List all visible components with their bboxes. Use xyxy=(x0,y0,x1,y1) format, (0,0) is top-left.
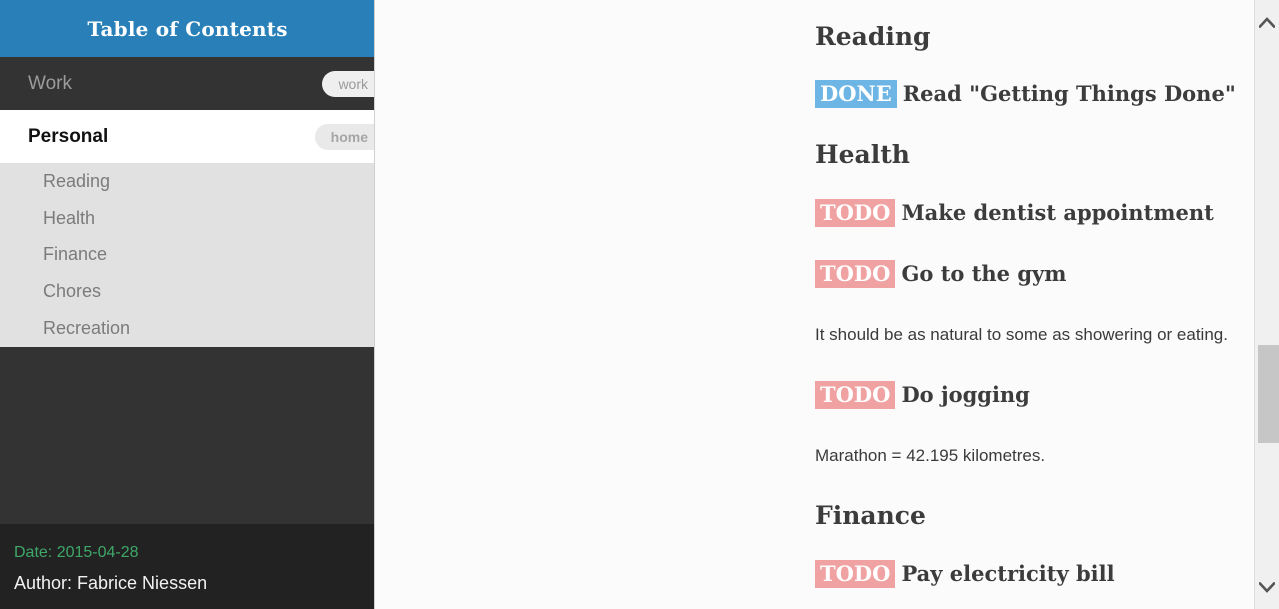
sidebar-item-chores[interactable]: Chores xyxy=(0,273,375,310)
sidebar-subitem-label: Chores xyxy=(43,281,102,302)
sidebar-spacer xyxy=(0,346,375,357)
status-badge-todo: TODO xyxy=(815,199,896,227)
task-item-jogging[interactable]: TODO Do jogging xyxy=(815,381,1030,409)
sidebar-item-recreation[interactable]: Recreation xyxy=(0,310,375,347)
section-heading-health: Health xyxy=(815,140,910,169)
document-author: Author: Fabrice Niessen xyxy=(14,573,208,593)
sidebar-item-work[interactable]: Work work xyxy=(0,57,375,110)
sidebar: Table of Contents Work work Personal hom… xyxy=(0,0,375,609)
section-heading-reading: Reading xyxy=(815,22,931,51)
sidebar-subitem-label: Recreation xyxy=(43,318,131,339)
status-badge-done: DONE xyxy=(815,80,897,108)
task-item-electricity-bill[interactable]: TODO Pay electricity bill xyxy=(815,560,1115,588)
task-item-read-gtd[interactable]: DONE Read "Getting Things Done" xyxy=(815,80,1236,108)
main-content: Reading DONE Read "Getting Things Done" H… xyxy=(375,0,1254,609)
sidebar-footer: Date: 2015-04-28 Author: Fabrice Niessen xyxy=(0,524,375,609)
task-title: Pay electricity bill xyxy=(901,561,1115,586)
sidebar-item-health[interactable]: Health xyxy=(0,200,375,237)
status-badge-todo: TODO xyxy=(815,260,896,288)
table-of-contents-header: Table of Contents xyxy=(0,0,375,57)
sidebar-sublist: Reading Health Finance Chores Recreation xyxy=(0,163,375,347)
scrollbar-thumb[interactable] xyxy=(1258,345,1279,443)
page-title: Table of Contents xyxy=(87,16,288,41)
chevron-down-icon[interactable] xyxy=(1255,573,1279,601)
task-title: Do jogging xyxy=(901,382,1030,407)
task-title: Make dentist appointment xyxy=(901,200,1214,225)
status-badge-todo: TODO xyxy=(815,560,896,588)
task-title: Go to the gym xyxy=(901,261,1067,286)
status-badge-todo: TODO xyxy=(815,381,896,409)
task-title: Read "Getting Things Done" xyxy=(902,81,1236,106)
sidebar-item-label: Personal xyxy=(28,125,109,147)
tag-badge-work[interactable]: work xyxy=(322,70,375,97)
page-root: Table of Contents Work work Personal hom… xyxy=(0,0,1279,609)
sidebar-item-label: Work xyxy=(28,72,72,94)
chevron-up-icon[interactable] xyxy=(1255,8,1279,36)
sidebar-item-reading[interactable]: Reading xyxy=(0,163,375,200)
task-item-dentist[interactable]: TODO Make dentist appointment xyxy=(815,199,1214,227)
paragraph-health-note-1: It should be as natural to some as showe… xyxy=(815,325,1228,344)
sidebar-item-finance[interactable]: Finance xyxy=(0,237,375,274)
vertical-scrollbar[interactable] xyxy=(1254,0,1279,609)
section-heading-finance: Finance xyxy=(815,501,926,530)
sidebar-subitem-label: Health xyxy=(43,207,96,228)
tag-badge-home[interactable]: home xyxy=(314,123,375,150)
paragraph-health-note-2: Marathon = 42.195 kilometres. xyxy=(815,446,1046,465)
sidebar-subitem-label: Finance xyxy=(43,244,108,265)
sidebar-item-personal[interactable]: Personal home xyxy=(0,110,375,163)
document-date: Date: 2015-04-28 xyxy=(14,544,139,561)
task-item-gym[interactable]: TODO Go to the gym xyxy=(815,260,1066,288)
sidebar-subitem-label: Reading xyxy=(43,170,111,191)
